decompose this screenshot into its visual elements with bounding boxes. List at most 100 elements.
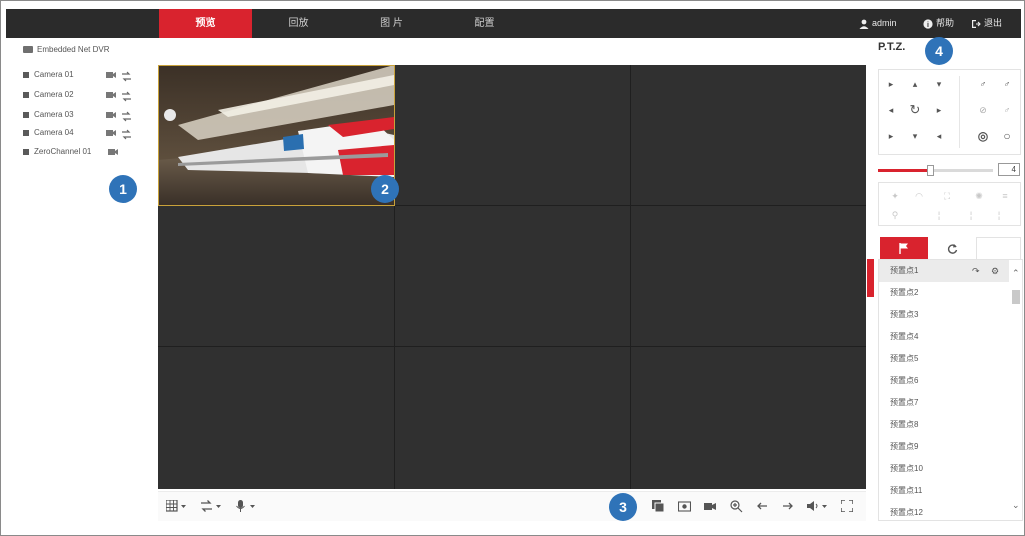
preset-scrollbar[interactable]: ⌃ ⌄ [1011, 268, 1021, 513]
pan-down-icon[interactable]: ▾ [907, 128, 923, 144]
iris-close-icon[interactable]: ○ [999, 128, 1015, 144]
iris-open-icon[interactable]: ◎ [975, 128, 991, 144]
logout-button[interactable]: 退出 [971, 9, 1002, 38]
3d-zoom-icon[interactable]: ¦ [931, 207, 947, 223]
scroll-down-icon[interactable]: ⌄ [1012, 500, 1020, 511]
preset-item-1[interactable]: 预置点1 ↷ ⚙ [879, 260, 1009, 282]
pan-right-icon[interactable]: ▸ [931, 102, 947, 118]
menu-icon[interactable]: ≡ [997, 188, 1013, 204]
help-button[interactable]: i 帮助 [923, 9, 954, 38]
stream-switch-icon[interactable] [121, 91, 132, 102]
video-window-9[interactable] [631, 347, 866, 489]
start-live-icon[interactable] [106, 111, 116, 119]
zoom-in-icon[interactable]: ♂ [975, 76, 991, 92]
start-live-icon[interactable] [106, 91, 116, 99]
light-icon[interactable]: ✦ [887, 188, 903, 204]
preset-item-5[interactable]: 预置点5 [879, 348, 1009, 370]
video-window-3[interactable] [631, 65, 866, 206]
pan-up-icon[interactable]: ▴ [907, 76, 923, 92]
preset-item-4[interactable]: 预置点4 [879, 326, 1009, 348]
tab-patrols[interactable] [928, 237, 976, 259]
focus-far-icon[interactable]: ♂ [999, 102, 1015, 118]
tab-live-view[interactable]: 预览 [159, 9, 252, 38]
wiper-icon[interactable]: ◠ [911, 188, 927, 204]
camera-label: Camera 04 [34, 128, 74, 137]
live-video-train-image [158, 65, 394, 205]
speed-slider-fill [878, 169, 930, 172]
user-menu[interactable]: admin [859, 9, 897, 38]
camera-item-03[interactable]: Camera 03 [23, 110, 138, 124]
capture-icon[interactable] [678, 500, 691, 512]
tab-playback[interactable]: 回放 [252, 9, 345, 38]
set-preset-icon[interactable]: ⚙ [991, 260, 999, 282]
video-window-1[interactable] [158, 65, 395, 206]
preset-item-3[interactable]: 预置点3 [879, 304, 1009, 326]
preset-item-9[interactable]: 预置点9 [879, 436, 1009, 458]
stream-switch-icon[interactable] [121, 129, 132, 140]
video-window-6[interactable] [631, 206, 866, 347]
window-layout-icon[interactable] [166, 500, 188, 512]
start-live-icon[interactable] [106, 129, 116, 137]
pan-left-icon[interactable]: ◂ [883, 102, 899, 118]
device-tree-root[interactable]: Embedded Net DVR [23, 45, 109, 54]
one-touch-park-icon[interactable]: ¦ [963, 207, 979, 223]
stream-type-icon[interactable] [200, 500, 224, 512]
tab-configuration[interactable]: 配置 [438, 9, 531, 38]
microphone-icon[interactable] [235, 500, 259, 513]
preset-item-6[interactable]: 预置点6 [879, 370, 1009, 392]
preset-item-11[interactable]: 预置点11 [879, 480, 1009, 502]
preset-item-8[interactable]: 预置点8 [879, 414, 1009, 436]
preset-item-2[interactable]: 预置点2 [879, 282, 1009, 304]
camera-item-01[interactable]: Camera 01 [23, 70, 138, 84]
tab-presets[interactable] [880, 237, 928, 259]
previous-page-icon[interactable] [756, 500, 768, 512]
video-window-2[interactable] [395, 65, 631, 206]
start-live-icon[interactable] [108, 148, 118, 156]
stream-switch-icon[interactable] [121, 111, 132, 122]
ptz-speed-slider[interactable] [878, 165, 993, 176]
start-live-icon[interactable] [106, 71, 116, 79]
preset-label: 预置点12 [890, 508, 923, 517]
svg-text:i: i [927, 22, 929, 29]
record-icon[interactable] [704, 500, 717, 512]
next-page-icon[interactable] [782, 500, 794, 512]
focus-near-icon[interactable]: ⊘ [975, 102, 991, 118]
fullscreen-icon[interactable] [841, 500, 853, 512]
preset-item-7[interactable]: 预置点7 [879, 392, 1009, 414]
stream-switch-icon[interactable] [121, 71, 132, 82]
tab-picture[interactable]: 图 片 [345, 9, 438, 38]
camera-item-02[interactable]: Camera 02 [23, 90, 138, 104]
video-window-4[interactable] [158, 206, 395, 347]
panel-collapse-handle[interactable] [867, 259, 874, 297]
video-window-5[interactable] [395, 206, 631, 347]
pan-up-left-icon[interactable]: ▸ [883, 76, 899, 92]
preset-label: 预置点7 [890, 398, 919, 407]
video-grid[interactable] [158, 65, 866, 489]
camera-icon [23, 71, 29, 78]
video-window-8[interactable] [395, 347, 631, 489]
patrol-icon[interactable]: ¦ [991, 207, 1007, 223]
auto-pan-icon[interactable]: ↻ [907, 102, 923, 118]
preset-item-10[interactable]: 预置点10 [879, 458, 1009, 480]
volume-icon[interactable] [807, 500, 829, 512]
auxiliary-focus-icon[interactable]: ⛶ [939, 188, 955, 204]
preset-label: 预置点3 [890, 310, 919, 319]
speed-slider-thumb[interactable] [926, 165, 934, 176]
zoom-out-icon[interactable]: ♂ [999, 76, 1015, 92]
call-preset-icon[interactable]: ↷ [972, 260, 980, 282]
pan-up-right-icon[interactable]: ▾ [931, 76, 947, 92]
tab-pattern[interactable] [976, 237, 1021, 259]
manual-track-icon[interactable]: ⚲ [887, 207, 903, 223]
stop-all-preview-icon[interactable] [652, 500, 664, 512]
camera-item-04[interactable]: Camera 04 [23, 128, 138, 142]
lens-init-icon[interactable]: ✺ [971, 188, 987, 204]
scroll-thumb[interactable] [1012, 290, 1020, 304]
pan-down-left-icon[interactable]: ▸ [883, 128, 899, 144]
digital-zoom-icon[interactable] [730, 500, 743, 513]
video-window-7[interactable] [158, 347, 395, 489]
zero-channel-item[interactable]: ZeroChannel 01 [23, 147, 138, 161]
scroll-up-icon[interactable]: ⌃ [1012, 268, 1020, 279]
pan-down-right-icon[interactable]: ◂ [931, 128, 947, 144]
help-icon: i [923, 19, 933, 29]
preset-item-12[interactable]: 预置点12 [879, 502, 1009, 520]
